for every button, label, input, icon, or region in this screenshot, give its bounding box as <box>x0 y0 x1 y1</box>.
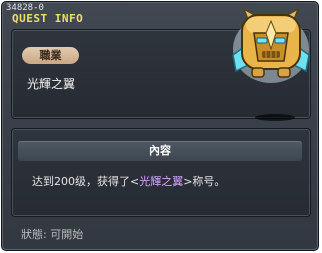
category-badge: 職業 <box>22 47 79 64</box>
status-value: 可開始 <box>50 228 84 241</box>
content-description: 达到200级，获得了<光輝之翼>称号。 <box>32 175 225 189</box>
golden-robot-icon <box>232 7 310 83</box>
npc-shadow <box>255 114 295 121</box>
window-title: QUEST INFO <box>12 12 84 25</box>
content-text-before: 达到200级，获得了< <box>32 175 140 188</box>
status-label: 狀態: <box>21 228 47 241</box>
status-line: 狀態: 可開始 <box>21 228 83 242</box>
content-panel: 內容 达到200级，获得了<光輝之翼>称号。 <box>11 128 311 217</box>
quest-info-window: 34828-0 QUEST INFO 職業 光輝之翼 內容 达到200级，获得了… <box>1 1 319 251</box>
content-text-after: >称号。 <box>183 175 226 188</box>
title-name-highlight: 光輝之翼 <box>139 175 184 188</box>
quest-name: 光輝之翼 <box>27 77 76 91</box>
content-header: 內容 <box>18 141 302 161</box>
